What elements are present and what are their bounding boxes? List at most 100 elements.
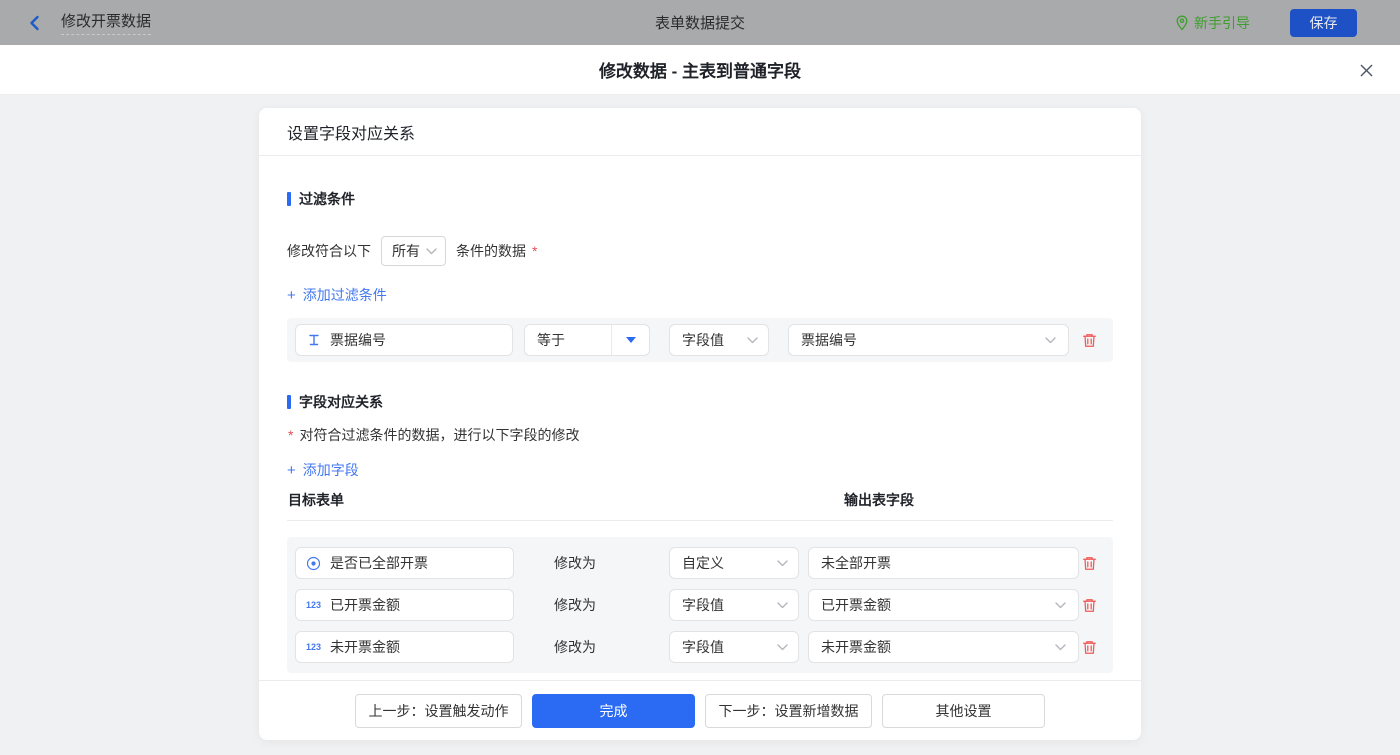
plus-icon: + [287, 462, 296, 479]
panel-body: 过滤条件 修改符合以下 所有 条件的数据 * + 添加过滤条件 票据编号 [259, 189, 1141, 673]
filter-operator-select[interactable]: 等于 [524, 324, 650, 356]
mapping-row: 是否已全部开票 修改为 自定义 未全部开票 [295, 547, 1105, 579]
add-field-link[interactable]: + 添加字段 [287, 460, 359, 480]
trash-icon [1081, 597, 1098, 614]
prev-step-button[interactable]: 上一步：设置触发动作 [355, 694, 522, 728]
delete-row-button[interactable] [1079, 553, 1099, 573]
delete-row-button[interactable] [1079, 595, 1099, 615]
panel-header: 设置字段对应关系 [259, 108, 1141, 156]
mapping-description: 对符合过滤条件的数据，进行以下字段的修改 [299, 425, 579, 445]
number-field-icon: 123 [306, 642, 321, 652]
value-mode-select[interactable]: 字段值 [669, 589, 799, 621]
document-title[interactable]: 修改开票数据 [61, 10, 151, 35]
other-settings-button[interactable]: 其他设置 [882, 694, 1045, 728]
target-field-input[interactable]: 123 已开票金额 [295, 589, 514, 621]
delete-row-button[interactable] [1079, 637, 1099, 657]
panel-footer: 上一步：设置触发动作 完成 下一步：设置新增数据 其他设置 [259, 680, 1141, 740]
radio-icon [306, 556, 321, 571]
value-mode-select[interactable]: 字段值 [669, 631, 799, 663]
filter-field-value: 票据编号 [330, 330, 386, 350]
output-field-select[interactable]: 已开票金额 [808, 589, 1079, 621]
custom-value: 未全部开票 [821, 553, 891, 573]
save-button[interactable]: 保存 [1290, 9, 1357, 37]
dialog-title: 修改数据 - 主表到普通字段 [599, 57, 801, 82]
add-field-label: 添加字段 [303, 460, 359, 480]
output-field-value: 已开票金额 [821, 595, 891, 615]
operator-caret-zone[interactable] [611, 325, 649, 355]
section-title-mapping: 字段对应关系 [287, 392, 1113, 412]
custom-value-input[interactable]: 未全部开票 [808, 547, 1079, 579]
match-prefix: 修改符合以下 [287, 241, 371, 261]
map-pin-icon [1175, 15, 1189, 31]
chevron-down-icon [747, 337, 758, 344]
target-field-name: 未开票金额 [330, 637, 400, 657]
value-mode-select[interactable]: 自定义 [669, 547, 799, 579]
filter-section-label: 过滤条件 [299, 189, 355, 209]
match-type-value: 所有 [392, 241, 420, 261]
filter-field-input[interactable]: 票据编号 [295, 324, 513, 356]
plus-icon: + [287, 287, 296, 304]
done-button[interactable]: 完成 [532, 694, 695, 728]
text-field-icon [307, 333, 321, 347]
beginner-guide-link[interactable]: 新手引导 [1175, 13, 1250, 33]
required-asterisk: * [532, 243, 537, 259]
dialog-header: 修改数据 - 主表到普通字段 [0, 45, 1400, 95]
back-button[interactable] [26, 14, 44, 32]
value-mode: 自定义 [682, 553, 724, 573]
mapping-section-label: 字段对应关系 [299, 392, 383, 412]
mapping-rows-container: 是否已全部开票 修改为 自定义 未全部开票 [287, 537, 1113, 673]
chevron-left-icon [26, 14, 44, 32]
modify-to-label: 修改为 [514, 637, 669, 657]
add-filter-condition-label: 添加过滤条件 [303, 285, 387, 305]
modify-to-label: 修改为 [514, 595, 669, 615]
topbar-right: 新手引导 保存 [1175, 9, 1357, 37]
target-field-input[interactable]: 是否已全部开票 [295, 547, 514, 579]
match-type-select[interactable]: 所有 [381, 236, 446, 266]
target-field-input[interactable]: 123 未开票金额 [295, 631, 514, 663]
chevron-down-icon [777, 560, 788, 567]
chevron-down-icon [777, 602, 788, 609]
delete-filter-button[interactable] [1079, 330, 1099, 350]
filter-operator-value: 等于 [525, 330, 611, 350]
column-target-form: 目标表单 [288, 492, 344, 508]
value-mode: 字段值 [682, 595, 724, 615]
chevron-down-icon [777, 644, 788, 651]
topbar: 表单数据提交 修改开票数据 新手引导 保存 [0, 0, 1400, 45]
match-condition-row: 修改符合以下 所有 条件的数据 * [287, 236, 1113, 266]
trash-icon [1081, 555, 1098, 572]
dialog-body: 设置字段对应关系 过滤条件 修改符合以下 所有 条件的数据 * + 添加过滤条件 [0, 95, 1400, 755]
chevron-down-icon [1055, 602, 1066, 609]
filter-condition-row: 票据编号 等于 字段值 票据编号 [287, 318, 1113, 362]
mapping-table-header: 目标表单 输出表字段 [287, 490, 1113, 521]
settings-panel: 设置字段对应关系 过滤条件 修改符合以下 所有 条件的数据 * + 添加过滤条件 [259, 108, 1141, 740]
mapping-description-row: * 对符合过滤条件的数据，进行以下字段的修改 [287, 425, 1113, 445]
mapping-row: 123 未开票金额 修改为 字段值 未开票金额 [295, 631, 1105, 663]
close-icon [1359, 63, 1374, 78]
value-mode: 字段值 [682, 637, 724, 657]
output-field-select[interactable]: 未开票金额 [808, 631, 1079, 663]
filter-value-type: 字段值 [682, 330, 724, 350]
filter-value: 票据编号 [801, 330, 857, 350]
number-field-icon: 123 [306, 600, 321, 610]
add-filter-condition-link[interactable]: + 添加过滤条件 [287, 285, 387, 305]
target-field-name: 已开票金额 [330, 595, 400, 615]
trash-icon [1081, 332, 1098, 349]
chevron-down-icon [1045, 337, 1056, 344]
section-bar-icon [287, 192, 291, 206]
beginner-guide-label: 新手引导 [1194, 13, 1250, 33]
filter-value-select[interactable]: 票据编号 [788, 324, 1069, 356]
required-asterisk: * [288, 427, 293, 443]
topbar-left: 修改开票数据 [26, 10, 151, 35]
output-field-value: 未开票金额 [821, 637, 891, 657]
filter-value-type-select[interactable]: 字段值 [669, 324, 769, 356]
mapping-row: 123 已开票金额 修改为 字段值 已开票金额 [295, 589, 1105, 621]
target-field-name: 是否已全部开票 [330, 553, 428, 573]
trash-icon [1081, 639, 1098, 656]
section-bar-icon [287, 395, 291, 409]
close-button[interactable] [1358, 62, 1374, 78]
modify-to-label: 修改为 [514, 553, 669, 573]
next-step-button[interactable]: 下一步：设置新增数据 [705, 694, 872, 728]
chevron-down-icon [1055, 644, 1066, 651]
section-title-filter: 过滤条件 [287, 189, 1113, 209]
caret-down-icon [626, 337, 636, 343]
